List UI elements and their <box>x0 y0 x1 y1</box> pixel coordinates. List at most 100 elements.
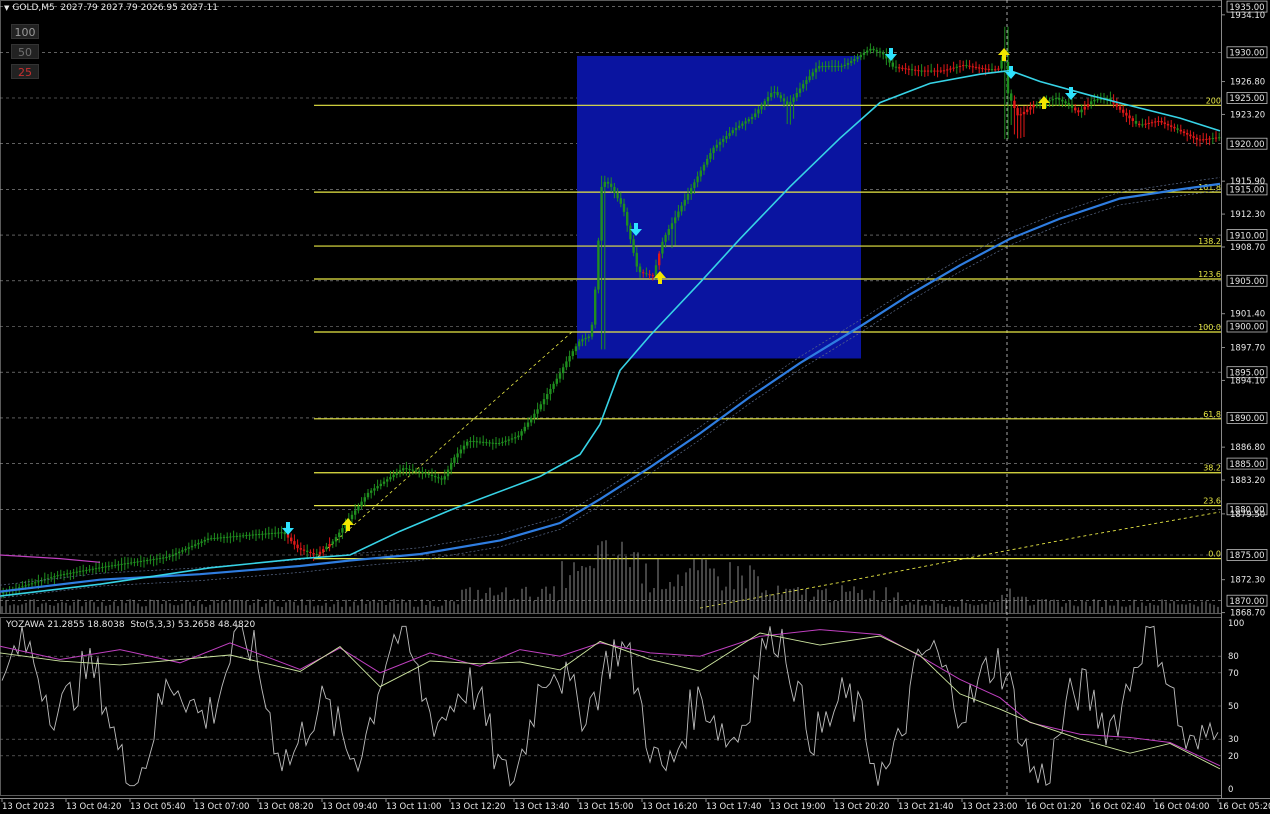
candle-body <box>187 547 190 549</box>
candle-body <box>1173 126 1176 129</box>
candle-body <box>251 534 254 536</box>
candle-body <box>584 337 587 340</box>
candle-body <box>331 541 334 545</box>
candle-body <box>392 474 395 478</box>
candle-body <box>779 95 782 99</box>
price-axis-label: 1920.00 <box>1229 140 1264 150</box>
candle-body <box>830 66 834 68</box>
candle-body <box>158 558 162 560</box>
candle-body <box>552 383 555 389</box>
time-axis-label: 16 Oct 01:20 <box>1026 802 1081 812</box>
candle-body <box>994 69 997 71</box>
time-axis-label: 16 Oct 02:40 <box>1090 802 1145 812</box>
candle-body <box>184 548 187 551</box>
candle-body <box>165 557 168 559</box>
candle-body <box>1211 138 1214 140</box>
candle-body <box>152 559 155 561</box>
time-axis-label: 13 Oct 19:00 <box>770 802 825 812</box>
candle-body <box>648 274 651 276</box>
candle-body <box>536 409 539 414</box>
candle-body <box>834 66 837 68</box>
candle-body <box>664 234 667 242</box>
candle-body <box>53 576 56 578</box>
candle-body <box>110 565 114 567</box>
candle-body <box>776 92 779 96</box>
candle-body <box>238 535 242 537</box>
candle-body <box>1176 128 1179 130</box>
candle-body <box>280 532 283 534</box>
candle-body <box>101 566 104 568</box>
fibo-level-label: 0.0 <box>1208 550 1221 559</box>
candle-body <box>539 404 542 410</box>
candle-body <box>971 66 974 68</box>
collapse-triangle-icon[interactable]: ▼ <box>4 4 9 12</box>
candle-body <box>376 486 379 489</box>
candle-body <box>533 413 536 419</box>
candle-body <box>920 70 923 72</box>
candle-body <box>482 441 485 443</box>
price-axis-label: 1915.90 <box>1230 177 1265 187</box>
candle-body <box>274 532 277 534</box>
candle-body <box>418 471 421 473</box>
candle-body <box>1122 109 1125 113</box>
time-axis-label: 13 Oct 23:00 <box>962 802 1017 812</box>
candle-body <box>603 181 606 187</box>
candle-body <box>1182 131 1186 134</box>
candle-body <box>571 351 574 357</box>
candle-body <box>949 68 952 70</box>
candle-body <box>206 538 210 541</box>
level-button-50[interactable]: 50 <box>11 44 39 59</box>
candle-body <box>997 68 1000 70</box>
candle-body <box>309 551 312 554</box>
candle-body <box>126 562 130 564</box>
candle-body <box>264 533 267 535</box>
candle-body <box>302 549 306 551</box>
time-axis-label: 13 Oct 11:00 <box>386 802 441 812</box>
candle-body <box>869 48 872 51</box>
candle-body <box>510 438 514 440</box>
candle-body <box>178 551 181 554</box>
indicator-axis-label: 20 <box>1228 752 1239 762</box>
candle-body <box>1048 100 1051 102</box>
level-button-100[interactable]: 100 <box>11 24 39 39</box>
candle-body <box>325 546 328 550</box>
price-axis-label: 1868.70 <box>1230 609 1265 619</box>
candle-body <box>136 561 139 563</box>
candle-body <box>520 431 523 436</box>
candle-body <box>82 570 85 572</box>
fibo-level-label: 138.2 <box>1198 237 1221 246</box>
candle-body <box>1192 136 1195 138</box>
candle-body <box>277 532 280 534</box>
level-button-25[interactable]: 25 <box>11 64 39 79</box>
candle-body <box>674 217 677 224</box>
candle-body <box>987 68 990 70</box>
candle-body <box>398 470 402 473</box>
candle-body <box>859 54 862 58</box>
price-axis-label: 1910.00 <box>1229 231 1264 241</box>
candle-body <box>155 558 158 560</box>
highlight-rectangle <box>577 55 861 359</box>
price-axis-label: 1897.70 <box>1230 344 1265 354</box>
indicator-header: YOZAWA 21.2855 18.8038 Sto(5,3,3) 53.265… <box>6 620 256 630</box>
candle-body <box>744 121 747 124</box>
price-chart[interactable]: 200161.8138.2123.6100.061.838.223.60.019… <box>0 0 1270 814</box>
candle-body <box>402 468 405 471</box>
candle-body <box>1189 134 1192 137</box>
candle-body <box>677 211 680 218</box>
candle-body <box>1054 98 1058 100</box>
candle-body <box>245 535 248 537</box>
candle-body <box>786 101 789 105</box>
candle-body <box>581 339 584 342</box>
candle-body <box>1134 120 1138 124</box>
candle-body <box>638 266 642 273</box>
candle-body <box>242 535 245 537</box>
candle-body <box>498 443 501 445</box>
candle-body <box>450 462 453 470</box>
candle-body <box>168 556 171 558</box>
candle-body <box>411 469 414 471</box>
candle-body <box>565 361 568 368</box>
chart-window[interactable]: 200 161.8 138.2 123.6 100.0 61.8 38.2 23.6 0.0 19… <box>0 0 1270 814</box>
candle-body <box>1208 138 1211 140</box>
candle-body <box>942 70 946 72</box>
candle-body <box>232 536 235 538</box>
